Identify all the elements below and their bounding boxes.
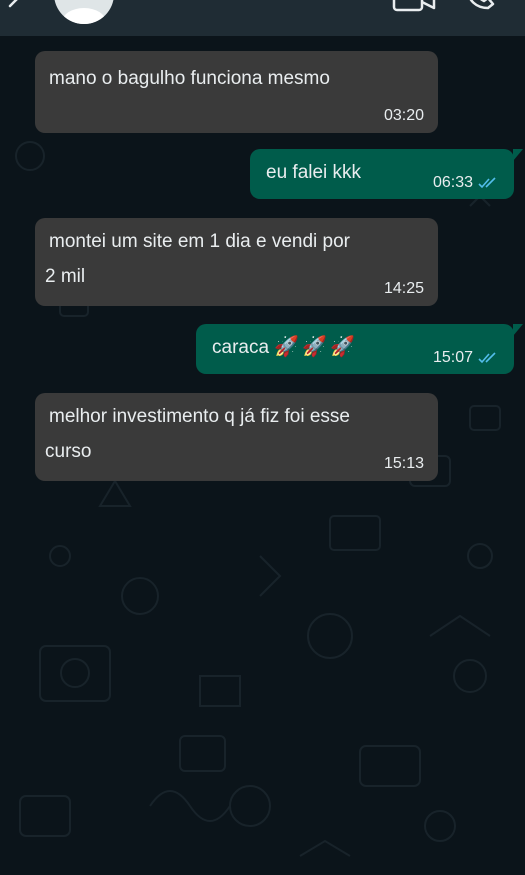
message-text-line: curso [45,441,92,462]
chat-header [0,0,525,36]
message-text-line: 2 mil [45,266,86,287]
read-receipt-icon [478,352,496,364]
arrow-left-icon[interactable] [4,0,24,20]
phone-call-icon[interactable] [466,0,498,14]
message-time: 15:13 [383,455,424,472]
avatar[interactable] [54,0,114,24]
message-bubble-incoming[interactable]: mano o bagulho funciona mesmo 03:20 [35,51,438,133]
message-text-line: melhor investimento q já fiz foi esse [49,406,350,427]
message-time: 03:20 [383,107,424,124]
message-bubble-outgoing[interactable]: caraca 🚀🚀🚀 15:07 [196,324,523,374]
message-bubble-incoming[interactable]: melhor investimento q já fiz foi esse cu… [35,393,438,481]
message-time: 14:25 [383,280,424,297]
rocket-emoji: 🚀🚀🚀 [274,336,359,358]
message-text: caraca [212,337,270,358]
bubble-tail [513,324,523,336]
message-bubble-incoming[interactable]: montei um site em 1 dia e vendi por 2 mi… [35,218,438,306]
message-text-line: montei um site em 1 dia e vendi por [49,231,350,252]
video-call-icon[interactable] [392,0,438,14]
message-time: 15:07 [432,349,473,366]
message-bubble-outgoing[interactable]: eu falei kkk 06:33 [250,149,523,199]
bubble-tail [513,149,523,161]
chat-area[interactable]: mano o bagulho funciona mesmo 03:20 eu f… [0,36,525,875]
read-receipt-icon [478,177,496,189]
message-text: mano o bagulho funciona mesmo [49,68,330,89]
message-time: 06:33 [432,174,473,191]
